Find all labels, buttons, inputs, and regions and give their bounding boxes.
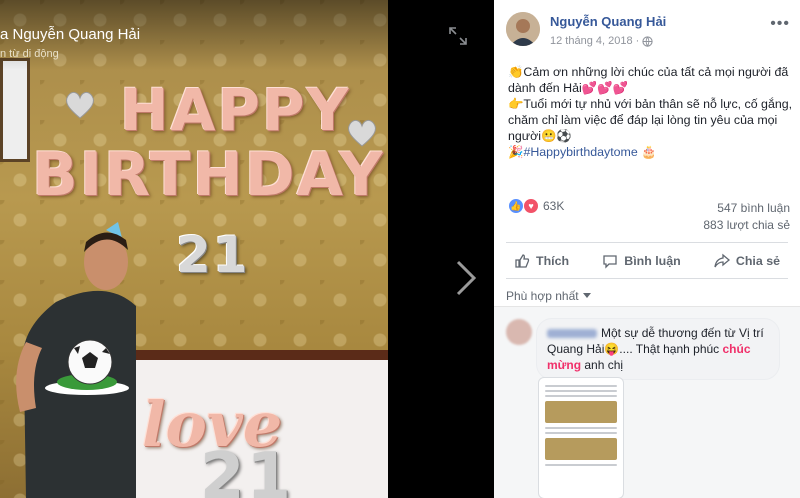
screenshot-line xyxy=(545,395,617,397)
screenshot-line xyxy=(545,432,617,434)
share-label: Chia sẻ xyxy=(735,254,780,268)
screenshot-line xyxy=(545,427,617,429)
like-reaction-icon: 👍 xyxy=(508,198,524,214)
commenter-avatar[interactable] xyxy=(506,319,532,345)
balloon-21-bottom: 21 xyxy=(200,440,294,498)
post-line-1: 👏Cảm ơn những lời chúc của tất cả mọi ng… xyxy=(508,65,789,95)
post-line-3: 🎉#Happybirthdaytome 🎂 xyxy=(508,144,794,160)
football-cake xyxy=(45,339,129,395)
cake-emoji: 🎂 xyxy=(641,145,657,159)
like-button[interactable]: Thích xyxy=(506,246,577,276)
screenshot-thumbnail xyxy=(545,438,617,460)
balloon-birthday: BIRTHDAY xyxy=(32,140,385,210)
more-options-icon[interactable]: ••• xyxy=(770,15,790,33)
comment-count[interactable]: 547 bình luận xyxy=(703,200,790,217)
screenshot-header xyxy=(539,378,623,382)
wall-picture-frame xyxy=(0,58,30,162)
balloon-age: 21 xyxy=(176,226,250,284)
screenshot-line xyxy=(545,464,617,466)
comment-button[interactable]: Bình luận xyxy=(594,246,688,276)
share-count[interactable]: 883 lượt chia sẻ xyxy=(703,217,790,234)
comment-icon xyxy=(603,255,617,269)
post-photo[interactable]: HAPPY BIRTHDAY 21 love 21 a Nguyễn Quang… xyxy=(0,0,388,498)
heart-balloon-left xyxy=(66,91,94,119)
globe-icon[interactable] xyxy=(642,35,653,47)
screenshot-line xyxy=(545,390,617,392)
post-stats: 547 bình luận 883 lượt chia sẻ xyxy=(703,200,790,234)
comment-sort-dropdown[interactable]: Phù hợp nhất xyxy=(506,289,591,303)
party-emoji: 🎉 xyxy=(508,145,524,159)
action-bar: Thích Bình luận Chia sẻ xyxy=(506,246,788,276)
comments-section: Một sự dễ thương đến từ Vị trí Quang Hải… xyxy=(494,306,800,498)
post-side-panel: Nguyễn Quang Hải 12 tháng 4, 2018 · ••• … xyxy=(494,0,800,498)
post-message: 👏Cảm ơn những lời chúc của tất cả mọi ng… xyxy=(508,64,794,160)
comment-attached-screenshot[interactable] xyxy=(538,377,624,498)
post-line-2: 👉Tuổi mới tự nhủ với bản thân sẽ nỗ lực,… xyxy=(508,97,793,143)
hashtag-link[interactable]: #Happybirthdaytome xyxy=(523,145,637,159)
photo-caption: n từ di động xyxy=(0,48,59,60)
divider-bottom xyxy=(506,278,788,279)
like-label: Thích xyxy=(536,254,570,268)
screenshot-thumbnail xyxy=(545,401,617,423)
author-name[interactable]: Nguyễn Quang Hải xyxy=(550,14,666,29)
thumbs-up-icon xyxy=(515,254,530,268)
expand-icon[interactable] xyxy=(447,25,469,47)
balloon-happy: HAPPY xyxy=(120,76,351,144)
post-date[interactable]: 12 tháng 4, 2018 xyxy=(550,35,633,47)
comment-label: Bình luận xyxy=(624,254,681,268)
post-meta: 12 tháng 4, 2018 · xyxy=(550,35,653,47)
heart-balloon-right xyxy=(348,119,376,147)
caret-down-icon xyxy=(582,293,591,298)
photo-viewer: HAPPY BIRTHDAY 21 love 21 a Nguyễn Quang… xyxy=(0,0,800,498)
reaction-summary[interactable]: 👍 ♥ 63K xyxy=(508,198,564,214)
author-avatar[interactable] xyxy=(506,12,540,46)
sort-label: Phù hợp nhất xyxy=(506,289,579,303)
reaction-count: 63K xyxy=(543,199,565,213)
love-reaction-icon: ♥ xyxy=(523,198,539,214)
comment-text-b: anh chị xyxy=(581,358,624,372)
chevron-right-icon[interactable] xyxy=(452,258,480,298)
commenter-name-blurred[interactable] xyxy=(547,329,597,339)
separator-dot: · xyxy=(635,35,640,47)
share-button[interactable]: Chia sẻ xyxy=(706,246,788,276)
share-icon xyxy=(714,253,730,268)
screenshot-line xyxy=(545,385,617,387)
photo-owner-name[interactable]: a Nguyễn Quang Hải xyxy=(0,26,140,43)
comment-bubble: Một sự dễ thương đến từ Vị trí Quang Hải… xyxy=(536,318,780,380)
divider-top xyxy=(506,242,788,243)
